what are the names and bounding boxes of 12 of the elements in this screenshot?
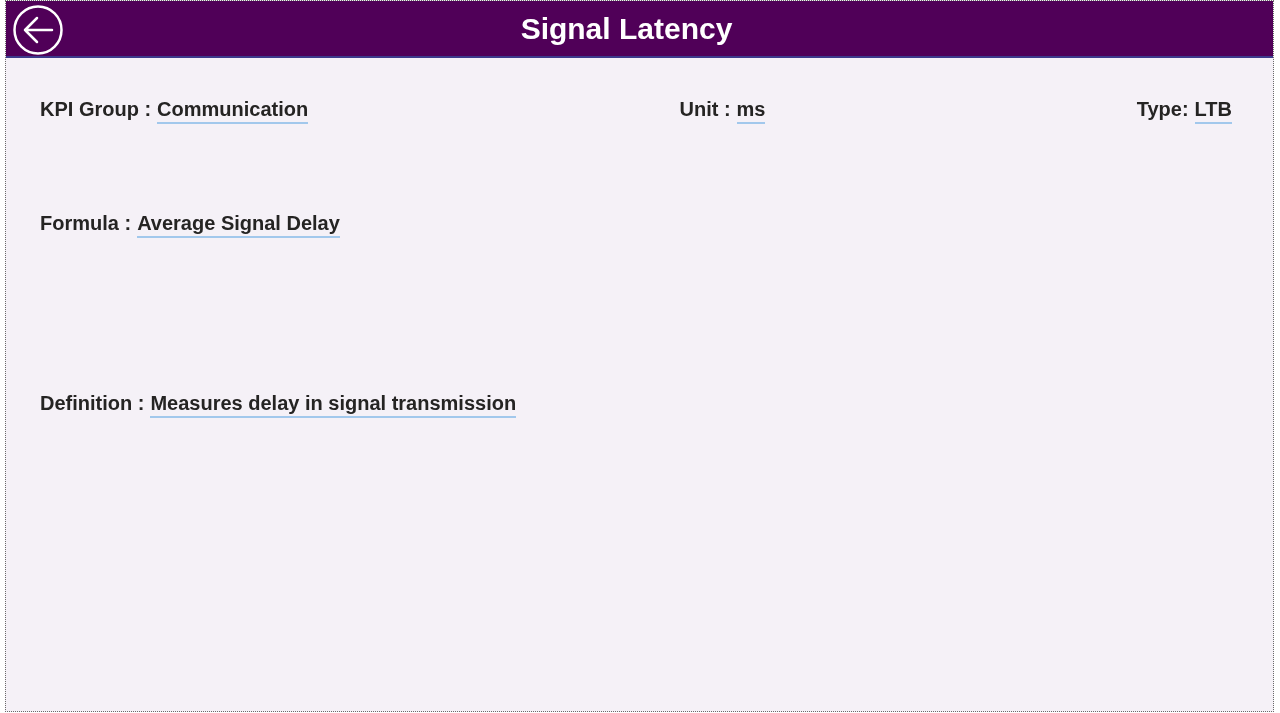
field-value: Measures delay in signal transmission <box>150 390 517 418</box>
back-button[interactable] <box>13 5 63 55</box>
field-label: Type: <box>1136 97 1189 122</box>
field-label: Unit : <box>679 97 731 122</box>
field-value: Average Signal Delay <box>137 210 340 238</box>
page-title: Signal Latency <box>520 13 734 44</box>
field-value: Communication <box>157 96 309 124</box>
field-value: ms <box>736 96 766 124</box>
field-label: KPI Group : <box>40 97 152 122</box>
field-label: Definition : <box>40 391 145 416</box>
field-value: LTB <box>1194 96 1232 124</box>
field-label: Formula : <box>40 211 132 236</box>
